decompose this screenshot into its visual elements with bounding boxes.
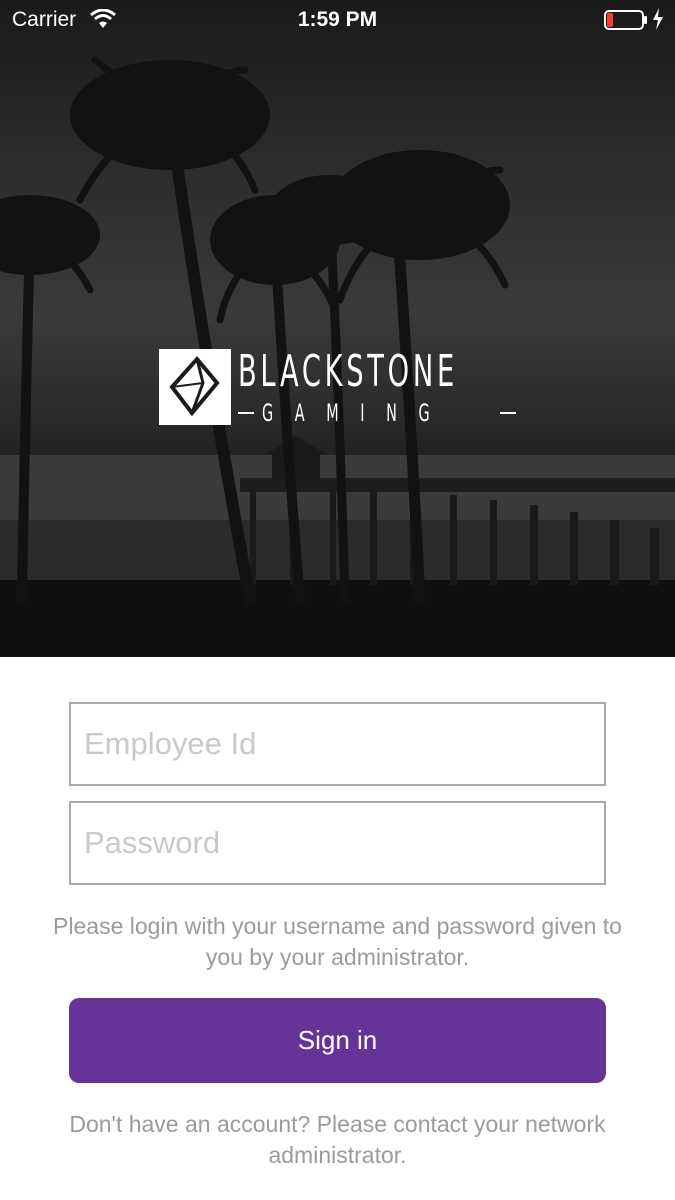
subtitle-rule-left (238, 412, 254, 414)
diamond-icon (159, 349, 231, 425)
sign-in-button[interactable]: Sign in (69, 998, 606, 1083)
palm-beach-silhouette (0, 56, 675, 657)
brand-subtitle-row: GAMING (238, 398, 520, 428)
subtitle-rule-right (500, 412, 516, 414)
no-account-text: Don't have an account? Please contact yo… (69, 1111, 606, 1168)
hero-background: Carrier 1:59 PM BLACKSTONE GAMING (0, 0, 675, 657)
brand-subtitle: GAMING (262, 399, 452, 427)
login-help-text: Please login with your username and pass… (53, 913, 622, 970)
status-bar: Carrier 1:59 PM (0, 0, 675, 40)
status-time: 1:59 PM (297, 8, 378, 31)
battery-icon (604, 10, 648, 36)
employee-id-field[interactable] (69, 702, 606, 786)
brand-title: BLACKSTONE (238, 346, 458, 397)
password-field[interactable] (69, 801, 606, 885)
charging-bolt-icon (652, 8, 664, 36)
